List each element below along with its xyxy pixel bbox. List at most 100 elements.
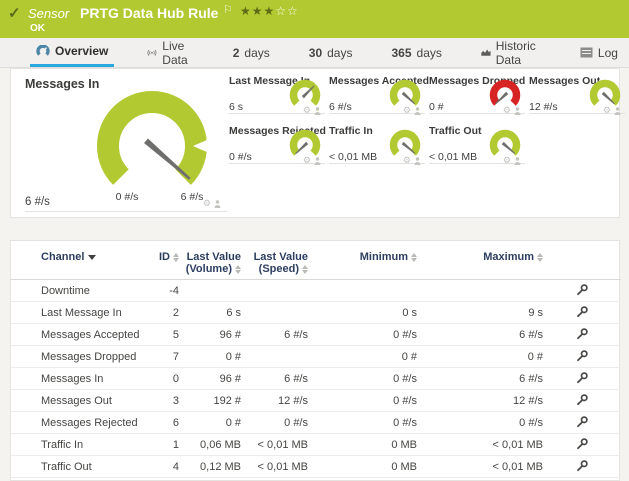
tab-bar: Overview Live Data 2 days 30 days 365 da…	[0, 38, 629, 68]
tile-actions: ⚙	[203, 199, 221, 208]
tab-overview[interactable]: Overview	[30, 38, 114, 67]
channel-name[interactable]: Traffic In	[11, 434, 141, 456]
flag-icon[interactable]: ⚐	[223, 3, 233, 16]
gauge-icon	[36, 45, 50, 57]
gear-icon[interactable]: ⚙	[403, 106, 411, 115]
col-channel[interactable]: Channel	[11, 241, 141, 280]
minimum-value: 0 MB	[308, 456, 417, 478]
gauge-tile-traffic-out[interactable]: Traffic Out < 0,01 MB ⚙	[429, 125, 525, 164]
main-gauge-tile[interactable]: Messages In 0 #/s 6 #/s 6 #/s ⚙	[19, 69, 227, 215]
gauge-tile-last-message-in[interactable]: Last Message In 6 s ⚙	[229, 75, 325, 114]
priority-stars[interactable]: ★★★☆☆	[240, 4, 299, 18]
user-icon[interactable]	[214, 200, 221, 208]
channel-settings-wrench-icon[interactable]	[576, 305, 589, 318]
star-icon[interactable]: ★★★	[240, 4, 275, 18]
user-icon[interactable]	[314, 157, 321, 165]
channel-name[interactable]: Messages Dropped	[11, 346, 141, 368]
channel-name[interactable]: Last Message In	[11, 302, 141, 324]
star-outline-icon[interactable]: ☆☆	[275, 4, 299, 18]
gauge-value: 0 #/s	[229, 151, 252, 163]
gear-icon[interactable]: ⚙	[603, 106, 611, 115]
tab-label: Live Data	[162, 39, 193, 67]
last-value-speed: 6 #/s	[241, 368, 308, 390]
channel-id: 4	[141, 456, 179, 478]
user-icon[interactable]	[614, 107, 621, 115]
gear-icon[interactable]: ⚙	[303, 106, 311, 115]
channel-name[interactable]: Messages Rejected	[11, 412, 141, 434]
gear-icon[interactable]: ⚙	[203, 199, 211, 208]
col-actions	[543, 241, 621, 280]
tab-log[interactable]: Log	[574, 38, 624, 67]
col-minimum[interactable]: Minimum	[308, 241, 417, 280]
gauge-tile-messages-rejected[interactable]: Messages Rejected 0 #/s ⚙	[229, 125, 325, 164]
tab-live-data[interactable]: Live Data	[141, 38, 199, 67]
tab-30-days[interactable]: 30 days	[303, 38, 359, 67]
user-icon[interactable]	[314, 107, 321, 115]
sort-icon	[302, 265, 308, 274]
table-row[interactable]: Last Message In 2 6 s 0 s 9 s	[11, 302, 621, 324]
channel-name[interactable]: Messages In	[11, 368, 141, 390]
channel-name[interactable]: Messages Accepted	[11, 324, 141, 346]
channel-settings-wrench-icon[interactable]	[576, 327, 589, 340]
tab-label: days	[327, 46, 352, 60]
user-icon[interactable]	[514, 107, 521, 115]
user-icon[interactable]	[414, 107, 421, 115]
sort-icon	[411, 253, 417, 262]
channel-name[interactable]: Traffic Out	[11, 456, 141, 478]
tab-historic-data[interactable]: Historic Data	[475, 38, 547, 67]
gauge-value: < 0,01 MB	[429, 151, 477, 163]
gear-icon[interactable]: ⚙	[403, 156, 411, 165]
sensor-type-label: Sensor	[28, 6, 69, 21]
col-id[interactable]: ID	[141, 241, 179, 280]
channel-name[interactable]: Downtime	[11, 280, 141, 302]
last-value-volume: 0,06 MB	[179, 434, 241, 456]
sensor-header: ✓ Sensor PRTG Data Hub Rule ⚐ ★★★☆☆ OK	[0, 0, 629, 38]
col-last-value-speed[interactable]: Last Value(Speed)	[241, 241, 308, 280]
gauge-title: Traffic In	[329, 125, 373, 137]
gear-icon[interactable]: ⚙	[303, 156, 311, 165]
tile-actions: ⚙	[303, 106, 321, 115]
gear-icon[interactable]: ⚙	[503, 106, 511, 115]
tile-actions: ⚙	[503, 156, 521, 165]
tab-2-days[interactable]: 2 days	[227, 38, 276, 67]
gauge-tile-traffic-in[interactable]: Traffic In < 0,01 MB ⚙	[329, 125, 425, 164]
tab-label: Overview	[55, 44, 108, 58]
channel-settings-wrench-icon[interactable]	[576, 459, 589, 472]
minimum-value: 0 #/s	[308, 390, 417, 412]
channel-settings-wrench-icon[interactable]	[576, 437, 589, 450]
last-value-volume: 96 #	[179, 324, 241, 346]
gauge-tile-messages-out[interactable]: Messages Out 12 #/s ⚙	[529, 75, 625, 114]
channel-id: 5	[141, 324, 179, 346]
table-row[interactable]: Messages Out 3 192 # 12 #/s 0 #/s 12 #/s	[11, 390, 621, 412]
minimum-value: 0 #/s	[308, 412, 417, 434]
table-row[interactable]: Messages Accepted 5 96 # 6 #/s 0 #/s 6 #…	[11, 324, 621, 346]
user-icon[interactable]	[414, 157, 421, 165]
table-row[interactable]: Messages Rejected 6 0 # 0 #/s 0 #/s 0 #/…	[11, 412, 621, 434]
channel-id: -4	[141, 280, 179, 302]
tab-label: Historic Data	[496, 39, 541, 67]
minimum-value: 0 s	[308, 302, 417, 324]
col-maximum[interactable]: Maximum	[417, 241, 543, 280]
last-value-speed	[241, 280, 308, 302]
table-row[interactable]: Traffic Out 4 0,12 MB < 0,01 MB 0 MB < 0…	[11, 456, 621, 478]
channel-settings-wrench-icon[interactable]	[576, 349, 589, 362]
gear-icon[interactable]: ⚙	[503, 156, 511, 165]
gauge-tile-messages-dropped[interactable]: Messages Dropped 0 # ⚙	[429, 75, 525, 114]
table-row[interactable]: Traffic In 1 0,06 MB < 0,01 MB 0 MB < 0,…	[11, 434, 621, 456]
channel-name[interactable]: Messages Out	[11, 390, 141, 412]
channel-id: 3	[141, 390, 179, 412]
channel-settings-wrench-icon[interactable]	[576, 393, 589, 406]
tab-365-days[interactable]: 365 days	[385, 38, 447, 67]
table-row[interactable]: Messages In 0 96 # 6 #/s 0 #/s 6 #/s	[11, 368, 621, 390]
table-row[interactable]: Messages Dropped 7 0 # 0 # 0 #	[11, 346, 621, 368]
channel-settings-wrench-icon[interactable]	[576, 371, 589, 384]
channel-settings-wrench-icon[interactable]	[576, 415, 589, 428]
table-row[interactable]: Downtime -4	[11, 280, 621, 302]
gauge-tile-messages-accepted[interactable]: Messages Accepted 6 #/s ⚙	[329, 75, 425, 114]
channel-settings-wrench-icon[interactable]	[576, 283, 589, 296]
status-badge: OK	[30, 23, 45, 34]
channel-table: Channel ID Last Value(Volume) Last Value…	[11, 241, 621, 478]
user-icon[interactable]	[514, 157, 521, 165]
col-last-value-volume[interactable]: Last Value(Volume)	[179, 241, 241, 280]
sensor-name[interactable]: PRTG Data Hub Rule	[80, 5, 218, 21]
